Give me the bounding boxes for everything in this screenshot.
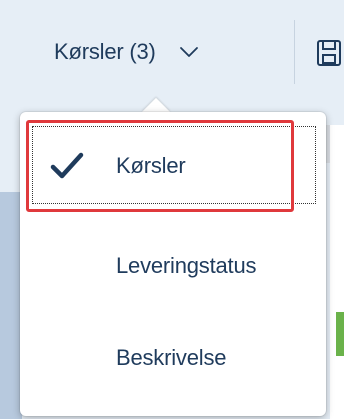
- save-icon[interactable]: [316, 39, 344, 67]
- menu-item-label: Beskrivelse: [116, 345, 227, 370]
- menu-item-label: Leveringstatus: [116, 253, 257, 278]
- chevron-down-icon: [178, 41, 200, 63]
- background-pane: [330, 125, 344, 419]
- check-icon: [50, 152, 84, 180]
- view-dropdown-label: Kørsler (3): [54, 39, 156, 64]
- menu-item-label: Kørsler: [116, 153, 186, 178]
- view-dropdown-menu: Kørsler Leveringstatus Beskrivelse: [20, 112, 326, 416]
- view-dropdown-button[interactable]: Kørsler (3): [54, 28, 200, 76]
- toolbar-divider: [294, 20, 295, 84]
- menu-item-korsler[interactable]: Kørsler: [20, 130, 326, 202]
- menu-item-leveringstatus[interactable]: Leveringstatus: [20, 230, 326, 302]
- background-panel: [0, 192, 22, 419]
- menu-item-beskrivelse[interactable]: Beskrivelse: [20, 322, 326, 394]
- toolbar: Kørsler (3): [0, 0, 344, 104]
- background-status-bar: [336, 312, 344, 356]
